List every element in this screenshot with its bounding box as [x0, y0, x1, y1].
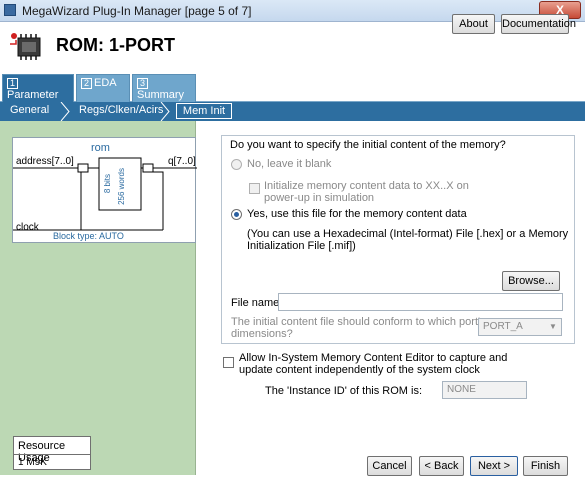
instance-id-label: The 'Instance ID' of this ROM is:	[265, 385, 423, 397]
radio-no-label: No, leave it blank	[247, 158, 332, 170]
divider	[14, 454, 90, 455]
radio-no-blank[interactable]	[231, 159, 242, 170]
tab-bar: 1Parameter Settings 2EDA 3Summary	[0, 70, 585, 113]
about-button[interactable]: About	[452, 14, 495, 34]
file-name-input[interactable]	[278, 293, 563, 311]
init-xx-label-line1: Initialize memory content data to XX..X …	[264, 180, 469, 192]
tab-eda[interactable]: 2 EDA	[76, 74, 130, 102]
documentation-button[interactable]: Documentation	[501, 14, 576, 34]
init-xx-label-line2: power-up in simulation	[264, 192, 375, 204]
radio-use-file-label: Yes, use this file for the memory conten…	[247, 208, 467, 220]
chevron-right-icon	[60, 102, 70, 121]
port-question-line2: dimensions?	[231, 328, 293, 340]
tab-number: 2	[81, 78, 92, 89]
in-system-editor-checkbox[interactable]	[223, 357, 234, 368]
wizard-header: ROM: 1-PORT	[0, 22, 585, 70]
window-title: MegaWizard Plug-In Manager [page 5 of 7]	[22, 4, 252, 18]
words-label: 256 words	[117, 168, 126, 205]
breadcrumb: General Regs/Clken/Acirs Mem Init	[0, 102, 585, 121]
tab-number: 3	[137, 78, 148, 89]
tab-label: EDA	[94, 77, 117, 89]
breadcrumb-regs[interactable]: Regs/Clken/Acirs	[79, 104, 163, 116]
resource-usage-value: 1 M9K	[18, 457, 47, 468]
in-system-editor-line1: Allow In-System Memory Content Editor to…	[239, 352, 508, 364]
title-bar: MegaWizard Plug-In Manager [page 5 of 7]…	[0, 0, 585, 22]
tab-summary[interactable]: 3Summary	[132, 74, 196, 102]
page-title: ROM: 1-PORT	[56, 35, 175, 55]
port-select[interactable]: PORT_A ▼	[478, 318, 562, 336]
breadcrumb-mem-init[interactable]: Mem Init	[176, 103, 232, 119]
rom-schematic: rom address[7..0] q[7..0] clock 8 bits 2…	[12, 137, 197, 243]
resource-usage: Resource Usage 1 M9K	[13, 436, 91, 470]
breadcrumb-general[interactable]: General	[10, 104, 49, 116]
tab-number: 1	[7, 78, 18, 89]
radio-use-file[interactable]	[231, 209, 242, 220]
chevron-down-icon: ▼	[549, 322, 557, 331]
port-question-line1: The initial content file should conform …	[231, 316, 486, 328]
instance-id-input[interactable]: NONE	[442, 381, 527, 399]
init-xx-checkbox[interactable]	[249, 183, 260, 194]
next-button[interactable]: Next >	[470, 456, 518, 476]
browse-button[interactable]: Browse...	[502, 271, 560, 291]
bits-label: 8 bits	[103, 174, 112, 194]
in-system-editor-line2: update content independently of the syst…	[239, 364, 480, 376]
chevron-right-icon	[160, 102, 170, 121]
block-type-label: Block type: AUTO	[53, 231, 124, 241]
finish-button[interactable]: Finish	[523, 456, 568, 476]
tab-label: Summary	[137, 89, 185, 101]
chip-icon	[10, 33, 41, 60]
tab-parameter-settings[interactable]: 1Parameter Settings	[2, 74, 74, 113]
file-hint-line1: (You can use a Hexadecimal (Intel-format…	[247, 228, 569, 240]
cancel-button[interactable]: Cancel	[367, 456, 412, 476]
app-icon	[4, 4, 16, 16]
back-button[interactable]: < Back	[419, 456, 464, 476]
file-hint-line2: Initialization File [.mif])	[247, 240, 356, 252]
file-name-label: File name:	[231, 297, 283, 309]
port-select-value: PORT_A	[483, 321, 523, 332]
